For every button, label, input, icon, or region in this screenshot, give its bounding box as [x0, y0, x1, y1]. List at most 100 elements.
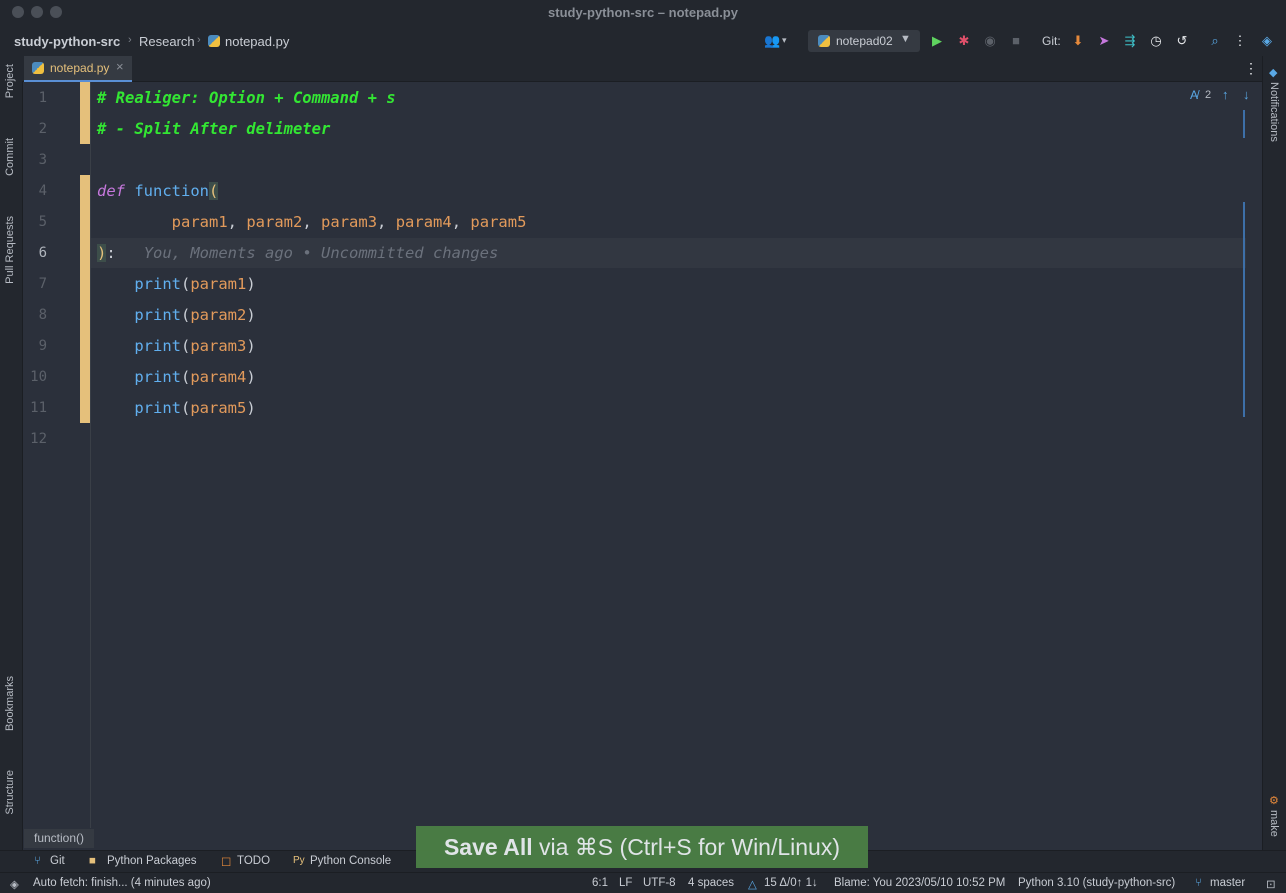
toast-shortcut: via ⌘S (Ctrl+S for Win/Linux) — [532, 834, 841, 860]
param: param3 — [321, 213, 378, 231]
coverage-icon[interactable]: ◉ — [982, 33, 998, 49]
status-message[interactable]: Auto fetch: finish... (4 minutes ago) — [33, 877, 211, 889]
param: param5 — [190, 399, 247, 417]
line-number: 6 — [38, 245, 47, 261]
param: param1 — [190, 275, 247, 293]
tab-notepad-py[interactable]: notepad.py × — [24, 56, 132, 82]
code-line-8: print(param2) — [134, 306, 256, 324]
layers-icon[interactable]: ◈ — [10, 877, 19, 891]
print-call: print — [134, 306, 181, 324]
python-icon — [818, 35, 830, 47]
line-separator[interactable]: LF — [619, 877, 632, 889]
tool-window-python-packages[interactable]: Python Packages — [107, 855, 197, 867]
print-call: print — [134, 275, 181, 293]
tool-window-structure[interactable]: Structure — [4, 770, 16, 815]
right-tool-strip: ◆ Notifications ⚙ make — [1262, 56, 1286, 869]
notifications-icon: ◆ — [1269, 67, 1278, 79]
breadcrumb-folder[interactable]: Research — [139, 34, 195, 49]
python-file-icon — [32, 62, 44, 74]
close-tab-icon[interactable]: × — [116, 59, 124, 74]
code-line-4: def function( — [97, 181, 219, 201]
line-number: 5 — [38, 214, 47, 230]
line-number: 9 — [38, 338, 47, 354]
colon: : — [106, 244, 116, 262]
title-bar: study-python-src – notepad.py — [0, 0, 1286, 26]
line-number: 4 — [38, 183, 47, 199]
python-console-icon: Py — [293, 855, 305, 866]
lock-icon[interactable]: ⊡ — [1266, 877, 1276, 891]
tab-label: notepad.py — [50, 61, 110, 75]
code-line-6: ): You, Moments ago • Uncommitted change… — [97, 243, 498, 263]
python-interpreter[interactable]: Python 3.10 (study-python-src) — [1018, 877, 1175, 889]
function-name: function — [134, 182, 209, 200]
tool-window-pull-requests[interactable]: Pull Requests — [4, 216, 16, 284]
debug-icon[interactable]: ✱ — [956, 33, 972, 49]
run-configuration-select[interactable]: notepad02 ▼ — [808, 30, 920, 52]
rollback-icon[interactable]: ↺ — [1174, 33, 1190, 49]
breadcrumb-file[interactable]: notepad.py — [225, 34, 289, 49]
blame-info[interactable]: Blame: You 2023/05/10 10:52 PM — [834, 877, 1005, 889]
line-number: 12 — [30, 431, 47, 447]
line-number: 8 — [38, 307, 47, 323]
git-update-icon[interactable]: ⬇ — [1070, 33, 1086, 49]
line-number: 10 — [30, 369, 47, 385]
vcs-modified-marker[interactable] — [80, 82, 90, 144]
git-push-icon[interactable]: ➤ — [1096, 33, 1112, 49]
run-icon[interactable]: ▶ — [929, 33, 945, 49]
save-all-tooltip: Save All via ⌘S (Ctrl+S for Win/Linux) — [416, 826, 868, 868]
search-icon[interactable]: ⌕ — [1207, 33, 1223, 49]
indent-setting[interactable]: 4 spaces — [688, 877, 734, 889]
vcs-modified-marker[interactable] — [80, 175, 90, 423]
inline-blame: You, Moments ago • Uncommitted changes — [143, 244, 499, 262]
print-call: print — [134, 337, 181, 355]
toast-action: Save All — [443, 834, 533, 860]
scroll-marker — [1243, 202, 1245, 417]
typo-icon[interactable]: A̸ — [1190, 88, 1198, 102]
jetbrains-logo-icon[interactable]: ◈ — [1259, 33, 1275, 49]
tool-window-git[interactable]: Git — [50, 855, 65, 867]
stop-icon[interactable]: ■ — [1008, 33, 1024, 49]
tab-options-icon[interactable]: ⋮ — [1244, 60, 1258, 77]
comma: , — [451, 213, 462, 231]
tool-window-todo[interactable]: TODO — [237, 855, 270, 867]
tool-window-commit[interactable]: Commit — [4, 138, 16, 176]
chevron-down-icon: ▾ — [782, 35, 787, 45]
print-call: print — [134, 368, 181, 386]
comma: , — [227, 213, 237, 231]
navigation-bar: study-python-src › Research › notepad.py… — [0, 26, 1286, 56]
code-with-me-icon[interactable]: 👥 — [764, 33, 780, 49]
tool-window-make[interactable]: make — [1268, 810, 1280, 837]
param: param2 — [246, 213, 303, 231]
git-pull-request-icon[interactable]: ⇶ — [1122, 33, 1138, 49]
line-number: 7 — [38, 276, 47, 292]
caret-position[interactable]: 6:1 — [592, 877, 608, 889]
code-line-1: # Realiger: Option + Command + s — [97, 88, 396, 108]
chevron-right-icon: › — [197, 34, 201, 46]
git-branch-icon: ⑂ — [1195, 877, 1202, 889]
tool-window-project[interactable]: Project — [4, 64, 16, 98]
tool-window-bookmarks[interactable]: Bookmarks — [4, 676, 16, 731]
param: param4 — [190, 368, 247, 386]
tool-window-notifications[interactable]: Notifications — [1268, 82, 1280, 142]
breadcrumb-function[interactable]: function() — [24, 829, 95, 848]
param: param5 — [470, 213, 527, 231]
next-highlight-icon[interactable]: ↓ — [1243, 87, 1250, 102]
git-branch[interactable]: master — [1210, 877, 1245, 889]
file-encoding[interactable]: UTF-8 — [643, 877, 676, 889]
previous-highlight-icon[interactable]: ↑ — [1222, 87, 1229, 102]
run-config-label: notepad02 — [836, 34, 893, 48]
param: param1 — [171, 213, 228, 231]
breadcrumb-project[interactable]: study-python-src — [14, 34, 120, 49]
param: param3 — [190, 337, 247, 355]
history-icon[interactable]: ◷ — [1148, 33, 1164, 49]
chevron-down-icon: ▼ — [900, 33, 911, 45]
tool-window-python-console[interactable]: Python Console — [310, 855, 391, 867]
keyword-def: def — [97, 182, 125, 200]
code-line-7: print(param1) — [134, 275, 256, 293]
comment-text: # - Split After delimeter — [97, 120, 331, 138]
line-number: 3 — [38, 152, 47, 168]
vcs-changes[interactable]: 15 Δ/0↑ 1↓ — [764, 877, 818, 889]
code-line-9: print(param3) — [134, 337, 256, 355]
editor-tab-bar — [22, 56, 1262, 82]
more-vertical-icon[interactable]: ⋮ — [1232, 33, 1248, 49]
